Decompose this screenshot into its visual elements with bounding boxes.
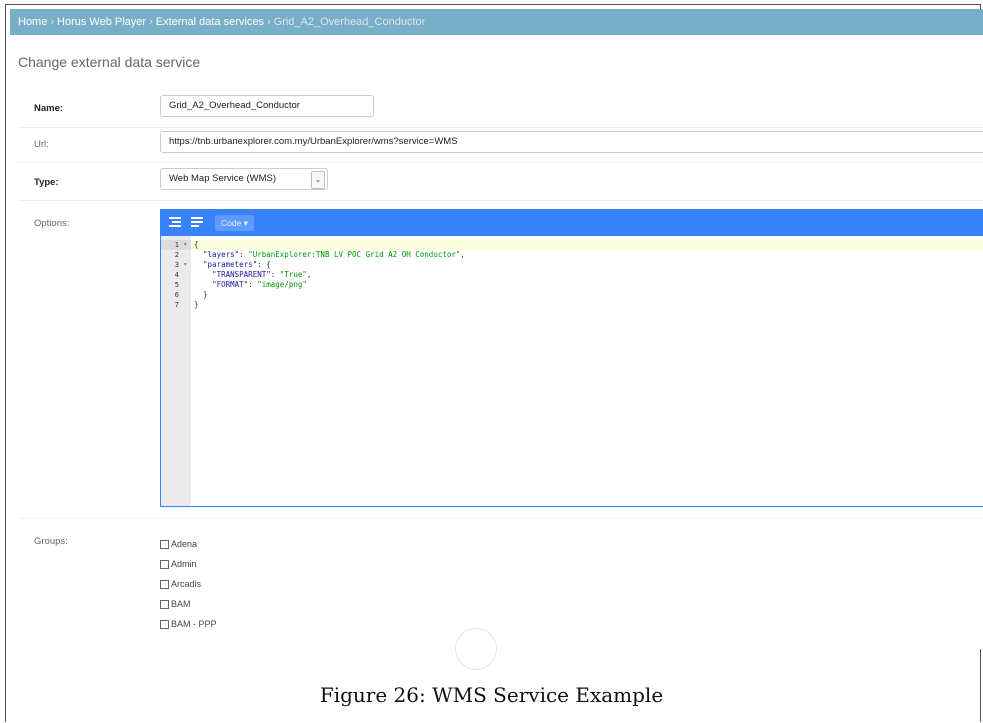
breadcrumb-current: Grid_A2_Overhead_Conductor — [273, 16, 426, 28]
code-line: "layers": "UrbanExplorer:TNB LV POC Grid… — [203, 250, 465, 259]
group-checkbox[interactable]: BAM — [160, 598, 191, 610]
group-checkbox[interactable]: Adena — [160, 538, 197, 550]
group-checkbox-label: Admin — [171, 559, 197, 569]
breadcrumb-app-link[interactable]: Horus Web Player — [57, 16, 146, 28]
line-number: 4 — [174, 271, 179, 279]
group-checkbox[interactable]: Arcadis — [160, 578, 201, 590]
breadcrumb-section-link[interactable]: External data services — [156, 16, 264, 28]
figure-caption: Figure 26: WMS Service Example — [319, 683, 664, 707]
group-checkbox-label: Arcadis — [171, 579, 202, 589]
code-line: "TRANSPARENT": "True", — [212, 270, 312, 279]
format-icon[interactable] — [169, 217, 181, 228]
line-number-gutter: 1 ▾ 2 3 ▾ 4 5 6 7 — [161, 236, 191, 506]
group-checkbox[interactable]: BAM - PPP — [160, 618, 217, 630]
loading-spinner — [455, 628, 497, 670]
name-label: Name: — [34, 103, 64, 114]
line-number: 3 ▾ — [174, 261, 187, 269]
line-number: 1 ▾ — [161, 240, 191, 250]
checkbox-icon — [160, 580, 169, 589]
breadcrumb-separator: › — [50, 16, 55, 28]
checkbox-icon — [160, 620, 169, 629]
breadcrumb-home-link[interactable]: Home — [18, 16, 47, 28]
code-line: "FORMAT": "image/png" — [212, 280, 307, 289]
line-number: 7 — [174, 301, 179, 309]
screenshot: Home › Horus Web Player › External data serv… — [10, 9, 983, 649]
code-line: } — [194, 300, 199, 309]
code-line: } — [194, 290, 208, 299]
groups-label: Groups: — [34, 536, 68, 547]
editor-mode-dropdown[interactable]: Code ▾ — [215, 215, 254, 231]
url-input[interactable]: https://tnb.urbanexplorer.com.my/UrbanEx… — [160, 131, 983, 153]
line-number: 6 — [174, 291, 179, 299]
name-input[interactable]: Grid_A2_Overhead_Conductor — [160, 95, 374, 117]
group-checkbox-label: Adena — [171, 539, 198, 549]
json-editor[interactable]: Code ▾ 1 ▾ 2 3 ▾ 4 5 6 7 { "layers": "UrbanExplo… — [160, 209, 983, 507]
checkbox-icon — [160, 560, 169, 569]
code-line: { — [191, 240, 983, 250]
code-line: "parameters": { — [203, 260, 271, 269]
url-label: Url: — [34, 139, 49, 150]
checkbox-icon — [160, 540, 169, 549]
fold-toggle-icon: ▾ — [183, 241, 187, 248]
type-row: Type: Web Map Service (WMS) ⌄ — [18, 162, 983, 201]
breadcrumb: Home › Horus Web Player › External data serv… — [10, 9, 983, 35]
url-row: Url: https://tnb.urbanexplorer.com.my/Ur… — [18, 127, 983, 163]
options-label: Options: — [34, 218, 70, 229]
page-title: Change external data service — [18, 54, 201, 70]
code-area[interactable]: { "layers": "UrbanExplorer:TNB LV POC Gr… — [191, 236, 983, 506]
type-select[interactable]: Web Map Service (WMS) ⌄ — [160, 168, 328, 190]
editor-toolbar: Code ▾ — [161, 210, 983, 236]
group-checkbox-label: BAM — [171, 599, 191, 609]
fold-toggle-icon: ▾ — [183, 261, 187, 268]
chevron-down-icon: ⌄ — [311, 171, 325, 189]
breadcrumb-separator: › — [149, 16, 153, 28]
name-row: Name: Grid_A2_Overhead_Conductor — [18, 89, 983, 128]
group-checkbox[interactable]: Admin — [160, 558, 197, 570]
compact-icon[interactable] — [191, 217, 203, 228]
line-number: 5 — [174, 281, 179, 289]
breadcrumb-separator: › — [266, 16, 271, 28]
type-select-value: Web Map Service (WMS) — [169, 173, 276, 184]
line-number: 2 — [174, 251, 179, 259]
checkbox-icon — [160, 600, 169, 609]
type-label: Type: — [34, 177, 59, 188]
group-checkbox-label: BAM - PPP — [171, 619, 217, 629]
